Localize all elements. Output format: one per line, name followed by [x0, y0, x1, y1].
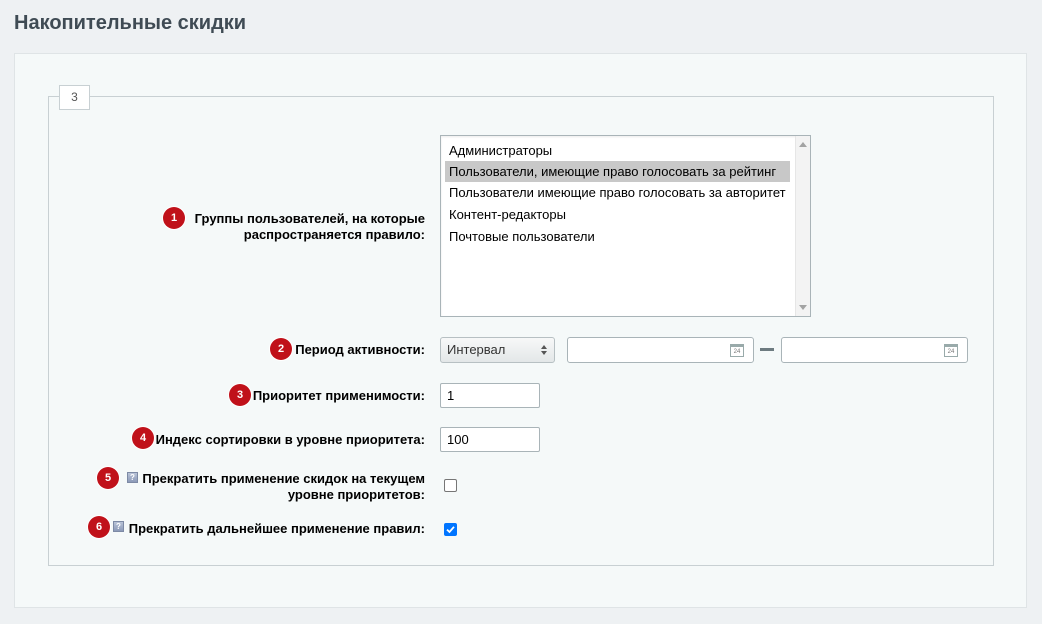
priority-input[interactable]: 1	[440, 383, 540, 408]
calendar-icon[interactable]: 24	[944, 344, 958, 357]
list-item[interactable]: Пользователи имеющие право голосовать за…	[445, 182, 790, 203]
user-groups-listbox[interactable]: Администраторы Пользователи, имеющие пра…	[440, 135, 811, 317]
step-badge-5: 5	[97, 467, 119, 489]
step-badge-3: 3	[229, 384, 251, 406]
page-title: Накопительные скидки	[14, 12, 247, 34]
groups-label: Группы пользователей, на которые распрос…	[194, 211, 425, 242]
listbox-scrollbar[interactable]	[795, 136, 810, 316]
list-item-selected[interactable]: Пользователи, имеющие право голосовать з…	[445, 161, 790, 182]
period-type-value: Интервал	[447, 342, 506, 357]
tab-3[interactable]: 3	[59, 85, 90, 110]
stop-discounts-checkbox[interactable]	[444, 479, 457, 492]
period-type-select[interactable]: Интервал	[440, 337, 555, 363]
list-item[interactable]: Контент-редакторы	[445, 204, 790, 225]
list-item[interactable]: Администраторы	[445, 140, 790, 161]
step-badge-6: 6	[88, 516, 110, 538]
checkmark-icon	[446, 526, 455, 534]
sort-label: Индекс сортировки в уровне приоритета:	[155, 432, 425, 447]
step-badge-4: 4	[132, 427, 154, 449]
stop-rules-label: Прекратить дальнейшее применение правил:	[128, 521, 425, 536]
step-badge-2: 2	[270, 338, 292, 360]
scroll-up-icon[interactable]	[799, 142, 807, 147]
question-icon[interactable]: ?	[113, 521, 124, 532]
period-label: Период активности:	[295, 342, 425, 357]
priority-label: Приоритет применимости:	[252, 388, 425, 403]
stop-discounts-label: Прекратить применение скидок на текущем …	[142, 471, 425, 502]
date-range-separator	[760, 348, 774, 351]
sort-index-input[interactable]: 100	[440, 427, 540, 452]
stop-rules-checkbox[interactable]	[444, 523, 457, 536]
date-to-input[interactable]: 24	[781, 337, 968, 363]
date-from-input[interactable]: 24	[567, 337, 754, 363]
scroll-down-icon[interactable]	[799, 305, 807, 310]
list-item[interactable]: Почтовые пользователи	[445, 226, 790, 247]
calendar-icon[interactable]: 24	[730, 344, 744, 357]
select-arrows-icon	[541, 345, 547, 355]
